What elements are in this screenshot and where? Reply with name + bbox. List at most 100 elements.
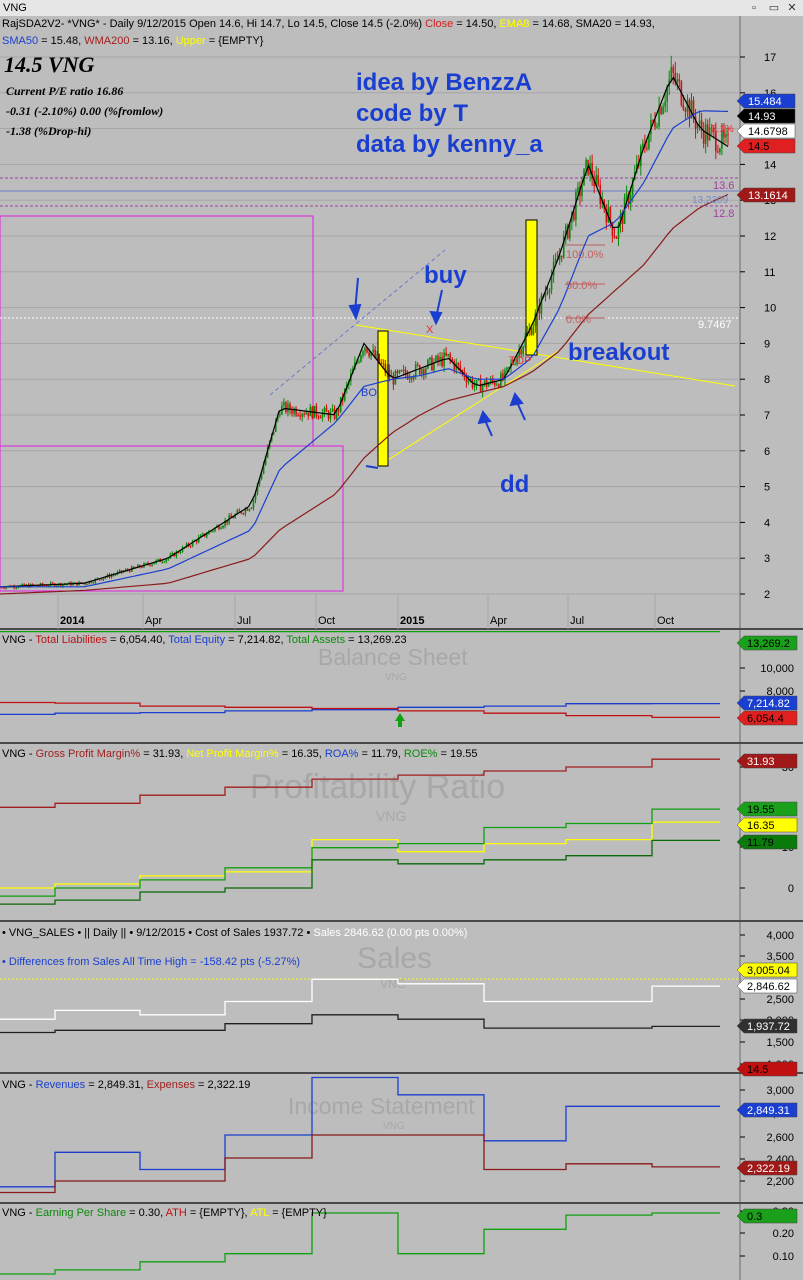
eps-header: VNG - Earning Per Share = 0.30, ATH = {E… — [2, 1207, 327, 1219]
candle-body — [473, 385, 476, 388]
y-tick-label: 10 — [764, 303, 776, 315]
value-tag-label: 13,269.2 — [747, 638, 790, 650]
y-tick-label: 10,000 — [760, 663, 794, 675]
candle-body — [291, 410, 293, 414]
annotation-bo: BO — [361, 387, 377, 399]
candle-body — [418, 365, 421, 375]
candle-body — [337, 409, 340, 412]
x-tick-label: 2015 — [400, 615, 424, 627]
candle-body — [447, 353, 449, 356]
fib-0: 0.0% — [566, 314, 591, 326]
candle-body — [299, 415, 301, 417]
credit-data: data by kenny_a — [356, 131, 543, 158]
income-header: VNG - Revenues = 2,849.31, Expenses = 2,… — [2, 1079, 250, 1091]
y-tick-label: 3,500 — [766, 951, 794, 963]
window-titlebar: VNG ▫ ▭ ✕ — [0, 0, 803, 17]
candle-body — [451, 358, 454, 361]
balance-sub: VNG — [385, 672, 407, 683]
candle-body — [546, 292, 549, 294]
annotation-dd: dd — [500, 471, 529, 498]
value-tag-label: 7,214.82 — [747, 698, 790, 710]
value-tag-label: 1,937.72 — [747, 1021, 790, 1033]
minimize-button[interactable]: ▫ — [745, 0, 763, 16]
value-tag-label: 14.5 — [747, 1064, 768, 1076]
yellow-bar-1 — [377, 330, 389, 467]
candle-body — [654, 121, 656, 128]
y-tick-label: 4 — [764, 517, 770, 529]
header-part: = 13.16, — [130, 35, 176, 47]
candle-body — [360, 355, 362, 362]
level-13-6: 13.6 — [713, 180, 734, 192]
candle-body — [327, 411, 330, 419]
sales-line — [0, 1014, 720, 1034]
candle-body — [540, 295, 543, 314]
candle-body — [287, 403, 289, 413]
candle-body — [396, 370, 399, 373]
header-part: = 2,849.31, — [85, 1079, 146, 1091]
candle-body — [496, 384, 498, 386]
x-tick-label: 2014 — [60, 615, 85, 627]
y-tick-label: 0.20 — [773, 1228, 794, 1240]
candle-body — [305, 412, 308, 415]
sales-header-2: • Differences from Sales All Time High =… — [2, 956, 300, 968]
candle-body — [548, 289, 551, 293]
profit-header: VNG - Gross Profit Margin% = 31.93, Net … — [2, 748, 478, 760]
candle-body — [252, 500, 255, 508]
header-part: Total Assets — [286, 634, 345, 646]
header-part: Sales 2846.62 (0.00 pts 0.00%) — [313, 927, 467, 939]
header-part: VNG - — [2, 1207, 36, 1219]
x-tick-label: Jul — [570, 615, 584, 627]
y-tick-label: 2 — [764, 589, 770, 601]
y-tick-label: 17 — [764, 52, 776, 64]
income-line — [0, 1134, 720, 1194]
sales-watermark: Sales — [357, 942, 432, 975]
candle-body — [698, 120, 701, 125]
close-button[interactable]: ✕ — [783, 0, 801, 16]
y-tick-label: 2,500 — [766, 994, 794, 1006]
maximize-button[interactable]: ▭ — [765, 0, 783, 16]
level-9-7: 9.7467 — [698, 319, 732, 331]
header-part: = 16.35, — [279, 748, 325, 760]
window-title: VNG — [3, 2, 27, 14]
candle-body — [706, 124, 709, 141]
value-tag-label: 6,054.4 — [747, 713, 784, 725]
candle-body — [382, 363, 385, 365]
candle-body — [481, 385, 484, 392]
x-tick-label: Oct — [318, 615, 335, 627]
candle-body — [92, 582, 95, 584]
candle-body — [613, 235, 616, 238]
candle-body — [206, 534, 208, 537]
value-tag-label: 2,846.62 — [747, 981, 790, 993]
candle-body — [656, 126, 658, 128]
x-tick-label: Oct — [657, 615, 674, 627]
y-tick-label: 5 — [764, 482, 770, 494]
candle-body — [238, 510, 241, 512]
candle-body — [416, 364, 419, 366]
candle-body — [307, 412, 310, 417]
candle-body — [615, 237, 618, 239]
y-tick-label: 1,500 — [766, 1037, 794, 1049]
chart-canvas[interactable]: 171615141312111098765432 15.48414.9314.6… — [0, 16, 803, 1280]
header-part: ROA% — [325, 748, 359, 760]
header-part: = 11.79, — [358, 748, 403, 760]
candle-body — [530, 328, 533, 335]
header-part: = 14.68, SMA20 = 14.93, — [529, 18, 654, 30]
candle-body — [646, 147, 648, 149]
candle-body — [506, 367, 508, 371]
candle-body — [331, 408, 334, 412]
candle-body — [362, 351, 364, 356]
header-part: = 31.93, — [140, 748, 186, 760]
price-tag-label: 14.5 — [748, 141, 769, 153]
value-tag-label: 16.35 — [747, 820, 775, 832]
big-symbol-label: 14.5 VNG — [4, 52, 95, 77]
header-part: = 7,214.82, — [225, 634, 286, 646]
candle-body — [560, 255, 563, 258]
y-tick-label: 12 — [764, 231, 776, 243]
candle-body — [445, 352, 447, 356]
candle-body — [179, 552, 182, 554]
value-tag-label: 3,005.04 — [747, 965, 790, 977]
candle-body — [248, 508, 251, 511]
green-up-arrow — [395, 713, 405, 721]
candle-body — [642, 143, 644, 147]
candle-body — [398, 370, 401, 373]
